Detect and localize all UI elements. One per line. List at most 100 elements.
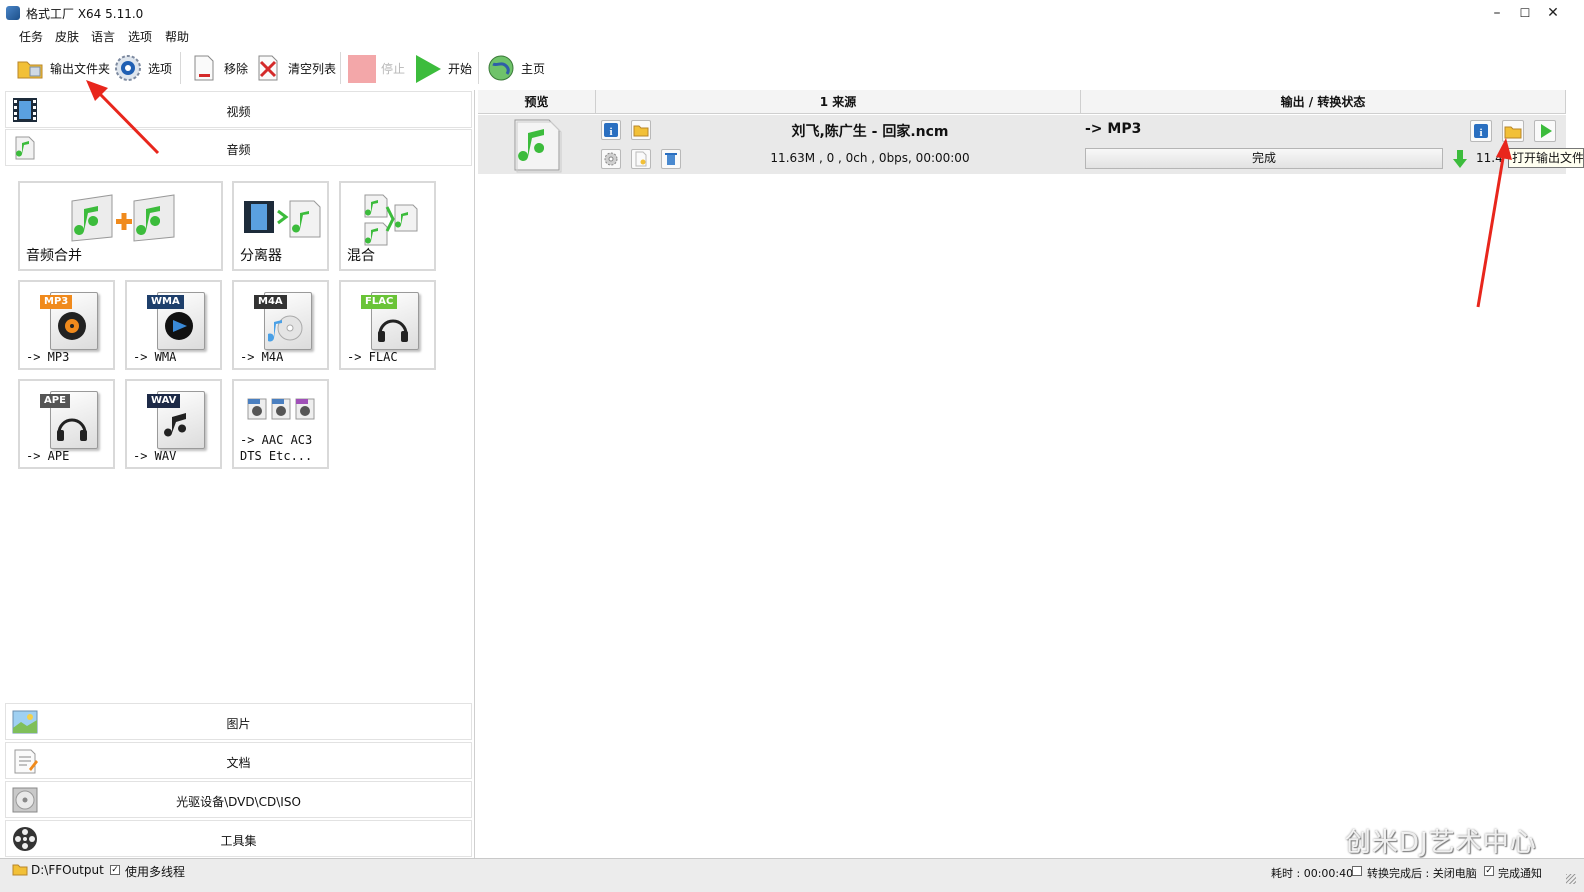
ape-badge: APE [40,394,70,408]
watermark-text: 创米DJ艺术中心 [1345,828,1537,858]
output-info-button[interactable]: i [1470,120,1492,142]
tile-to-mp3-label: -> MP3 [26,350,70,364]
task-source-info: 11.63M , 0 , 0ch , 0bps, 00:00:00 [770,151,970,165]
task-status-text: 完成 [1251,151,1276,165]
headphones-icon [378,319,408,342]
tile-to-mp3[interactable]: MP3 -> MP3 [18,280,115,370]
multithread-checkbox[interactable]: ✓ [110,865,120,875]
notify-checkbox[interactable]: ✓ [1484,866,1494,876]
app-logo-icon [6,6,20,20]
open-source-folder-button[interactable] [631,120,651,140]
column-header-preview[interactable]: 预览 [478,90,596,114]
output-folder-button[interactable]: 输出文件夹 [16,50,110,86]
disc-icon [58,312,86,340]
task-output-format: -> MP3 [1085,121,1142,137]
menu-language[interactable]: 语言 [91,28,115,45]
output-folder-label: 输出文件夹 [50,61,111,76]
category-video-label: 视频 [226,105,251,119]
task-progress-bar: 完成 [1085,148,1443,169]
clear-list-icon [254,54,282,82]
tile-more-formats-line1: -> AAC AC3 [240,433,313,447]
start-button[interactable]: 开始 [414,50,472,86]
category-tools-label: 工具集 [220,834,257,848]
document-remove-icon [190,54,218,82]
options-button[interactable]: 选项 [114,50,172,86]
menu-bar [0,26,1584,46]
output-path-link[interactable]: D:\FFOutput [31,863,104,877]
resize-grip[interactable] [1566,874,1576,884]
svg-text:i: i [609,126,612,138]
category-picture[interactable]: 图片 [5,703,472,740]
task-source-filename: 刘飞,陈广生 - 回家.ncm [791,124,949,140]
tile-to-flac[interactable]: FLAC -> FLAC [339,280,436,370]
category-video[interactable]: 视频 [5,91,472,128]
start-label: 开始 [448,61,473,76]
column-header-source[interactable]: 1 来源 [596,90,1081,114]
folder-icon [12,864,28,876]
stop-icon [347,54,376,83]
svg-text:i: i [1479,127,1482,139]
mp3-badge: MP3 [40,295,73,309]
tile-to-wav[interactable]: WAV -> WAV [125,379,222,469]
tile-mix[interactable]: 混合 [339,181,436,271]
music-cd-icon [268,315,303,342]
toolbar-divider [180,52,181,84]
tile-to-ape-label: -> APE [26,449,70,463]
download-arrow-icon [1453,150,1467,168]
open-output-folder-button[interactable] [1502,120,1524,142]
music-note-icon [164,413,186,437]
tile-to-wma-label: -> WMA [133,350,177,364]
folder-icon [633,125,649,137]
gear-icon [604,152,618,166]
clear-list-button[interactable]: 清空列表 [254,50,336,86]
after-convert-checkbox[interactable] [1352,866,1362,876]
tile-more-formats[interactable]: -> AAC AC3 DTS Etc... [232,379,329,469]
menu-task[interactable]: 任务 [19,28,43,45]
tile-to-wma[interactable]: WMA -> WMA [125,280,222,370]
play-icon [414,54,442,83]
clear-list-label: 清空列表 [288,61,337,76]
category-document[interactable]: 文档 [5,742,472,779]
file-info-button[interactable]: i [601,120,621,140]
menu-help[interactable]: 帮助 [165,28,189,45]
play-icon [1541,124,1552,138]
category-audio[interactable]: 音频 [5,129,472,166]
remove-label: 移除 [224,61,249,76]
category-rom-device[interactable]: 光驱设备\DVD\CD\ISO [5,781,472,818]
remove-button[interactable]: 移除 [190,50,248,86]
after-convert-label: 转换完成后 : 关闭电脑 [1367,867,1477,880]
wma-badge: WMA [147,295,184,309]
tile-to-flac-label: -> FLAC [347,350,398,364]
tile-to-wav-label: -> WAV [133,449,177,463]
column-header-output[interactable]: 输出 / 转换状态 [1081,90,1566,114]
title-bar [0,0,1584,26]
minimize-button[interactable]: – [1484,3,1510,23]
task-list-panel [476,90,1584,858]
folder-icon [16,54,44,82]
maximize-button[interactable]: ☐ [1512,3,1538,23]
tile-to-ape[interactable]: APE -> APE [18,379,115,469]
tile-splitter[interactable]: 分离器 [232,181,329,271]
folder-icon [1504,126,1522,139]
task-output-size: 11.4 [1476,151,1503,165]
multi-format-icon [247,398,315,420]
category-tools[interactable]: 工具集 [5,820,472,857]
task-settings-button[interactable] [601,149,621,169]
menu-skin[interactable]: 皮肤 [55,28,79,45]
stop-label: 停止 [381,61,406,76]
home-button[interactable]: 主页 [487,50,545,86]
tile-to-m4a-label: -> M4A [240,350,284,364]
audio-merge-icon [71,194,175,242]
menu-options[interactable]: 选项 [128,28,152,45]
close-button[interactable]: ✕ [1540,3,1566,23]
tile-audio-merge[interactable]: 音频合并 [18,181,223,271]
tile-to-m4a[interactable]: M4A -> M4A [232,280,329,370]
tile-mix-label: 混合 [347,248,375,264]
clip-button[interactable] [631,149,651,169]
info-icon: i [1474,124,1488,139]
stop-button[interactable]: 停止 [347,50,405,86]
media-player-icon [165,312,193,340]
m4a-badge: M4A [254,295,287,309]
audio-file-thumbnail [514,119,562,173]
play-output-button[interactable] [1534,120,1556,142]
